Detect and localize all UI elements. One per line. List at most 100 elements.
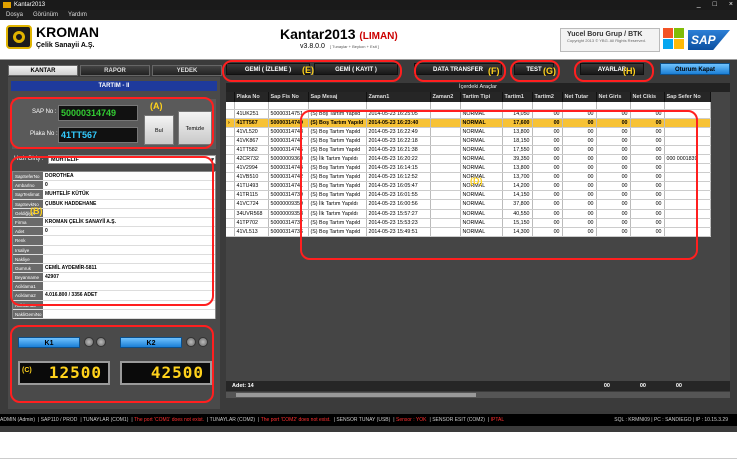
filter-cell[interactable] — [532, 102, 563, 110]
annotation-box-h — [574, 60, 654, 82]
column-header[interactable]: Sap Fis No — [268, 92, 309, 102]
table-cell — [226, 163, 235, 174]
annotation-d: (D) — [470, 176, 483, 186]
grid-footer: Adet: 14 00 00 00 — [226, 381, 730, 391]
column-header[interactable]: Sap Mesaj — [308, 92, 367, 102]
window-title: Kantar2013 — [14, 2, 46, 8]
column-header[interactable]: Tartim1 — [502, 92, 533, 102]
column-header[interactable]: Net Tutar — [562, 92, 597, 102]
table-cell — [226, 136, 235, 146]
table-cell — [226, 154, 235, 165]
table-cell — [226, 190, 235, 201]
table-cell: 41VL520 — [234, 127, 269, 137]
tab-kantar[interactable]: KANTAR — [8, 65, 78, 76]
horizontal-scrollbar[interactable] — [226, 392, 730, 398]
app-window: Kantar2013 _ □ × Dosya Görünüm Yardım KR… — [0, 0, 737, 432]
app-version: v3.8.0.0 — [300, 43, 325, 50]
minimize-icon[interactable]: _ — [697, 0, 701, 10]
filter-cell[interactable] — [664, 102, 711, 110]
table-cell: 41UK251 — [234, 109, 269, 119]
annotation-a: (A) — [150, 101, 163, 111]
menu-yardim[interactable]: Yardım — [68, 10, 87, 20]
annotation-g: (G) — [543, 66, 556, 76]
windows-logo-icon — [663, 28, 685, 50]
annotation-box-d — [300, 110, 698, 260]
annotation-box-c — [10, 325, 214, 403]
table-cell: 41V2994 — [234, 163, 269, 174]
company-name: Yucel Boru Grup / BTK — [567, 31, 643, 38]
status-error-com2: The port 'COM2' does not exist. — [260, 417, 331, 423]
grid-count: Adet: 14 — [232, 383, 254, 389]
app-version-sub: [ Tunaylar + Beykon + Esit ] — [330, 44, 379, 49]
maximize-icon[interactable]: □ — [713, 0, 717, 10]
menu-gorunum[interactable]: Görünüm — [33, 10, 58, 20]
grid-title: İçerdeki Araçlar — [226, 83, 730, 92]
filter-row[interactable] — [226, 102, 711, 110]
brand-subtitle: Çelik Sanayii A.Ş. — [36, 42, 95, 49]
column-header[interactable] — [226, 92, 235, 102]
annotation-e: (E) — [302, 65, 314, 75]
close-icon[interactable]: × — [729, 0, 733, 10]
info-row[interactable]: NakliGemiNo — [13, 309, 215, 319]
table-cell: 41TR115 — [234, 190, 269, 201]
status-error-com1: The port 'COM1' does not exist. — [134, 417, 204, 423]
annotation-box-b — [10, 156, 214, 306]
table-cell — [226, 127, 235, 137]
filter-cell[interactable] — [460, 102, 503, 110]
kroman-logo — [6, 25, 32, 49]
status-sap: SAP110 / PROD — [40, 417, 78, 423]
column-header[interactable]: Zaman2 — [430, 92, 461, 102]
column-header[interactable]: Tartim Tipi — [460, 92, 503, 102]
column-header[interactable]: Plaka No — [234, 92, 269, 102]
table-cell — [226, 209, 235, 219]
column-header[interactable]: Tartim2 — [532, 92, 563, 102]
filter-cell[interactable] — [630, 102, 665, 110]
logout-button[interactable]: Oturum Kapat — [660, 63, 730, 75]
filter-cell[interactable] — [562, 102, 597, 110]
table-cell: 41TT567 — [234, 118, 269, 128]
table-cell: 42CR732 — [234, 154, 269, 165]
filter-cell[interactable] — [226, 102, 235, 110]
table-cell — [226, 172, 235, 183]
table-cell — [226, 181, 235, 192]
tab-rapor[interactable]: RAPOR — [80, 65, 150, 76]
scrollbar-thumb[interactable] — [236, 393, 476, 397]
company-badge: Yucel Boru Grup / BTK Copyright 2013 © Y… — [560, 28, 660, 52]
status-sensor-esit: SENSOR ESIT (COM2) — [432, 417, 485, 423]
footer-sum-net-tutar: 00 — [603, 383, 610, 389]
sap-logo: SAP — [688, 30, 730, 50]
filter-cell[interactable] — [234, 102, 269, 110]
table-cell: › — [226, 118, 235, 128]
status-tunaylar1: TUNAYLAR (COM1) — [82, 417, 129, 423]
filter-cell[interactable] — [502, 102, 533, 110]
table-cell: 41TU493 — [234, 181, 269, 192]
page-divider — [0, 458, 737, 459]
status-tunaylar2: TUNAYLAR (COM2) — [209, 417, 256, 423]
status-user: ADMIN (Admin) — [0, 417, 36, 423]
info-value[interactable] — [43, 310, 215, 318]
filter-cell[interactable] — [430, 102, 461, 110]
column-header[interactable]: Net Giris — [596, 92, 631, 102]
column-header[interactable]: Sap Sefer No — [664, 92, 711, 102]
brand-name: KROMAN — [36, 24, 99, 40]
table-cell — [226, 109, 235, 119]
filter-cell[interactable] — [308, 102, 367, 110]
column-header[interactable]: Zaman1 — [366, 92, 431, 102]
table-cell: 34UVR568 — [234, 209, 269, 219]
title-bar: Kantar2013 _ □ × — [0, 0, 737, 10]
tab-yedek[interactable]: YEDEK — [152, 65, 222, 76]
footer-sum-net-giris: 00 — [639, 383, 646, 389]
table-cell: 41VL513 — [234, 227, 269, 237]
table-cell: 41TT582 — [234, 145, 269, 155]
status-bar: ADMIN (Admin) | SAP110 / PROD | TUNAYLAR (… — [0, 414, 737, 426]
annotation-h: (H) — [623, 66, 636, 76]
filter-cell[interactable] — [596, 102, 631, 110]
table-cell — [226, 145, 235, 155]
app-title: Kantar2013 (LIMAN) — [280, 26, 398, 42]
status-right: SQL : KRMNI09 | PC : SANDIEGO | IP : 10.… — [614, 417, 728, 423]
app-header: KROMAN Çelik Sanayii A.Ş. Kantar2013 (LI… — [0, 20, 737, 60]
filter-cell[interactable] — [366, 102, 431, 110]
filter-cell[interactable] — [268, 102, 309, 110]
menu-dosya[interactable]: Dosya — [6, 10, 23, 20]
column-header[interactable]: Net Cikis — [630, 92, 665, 102]
